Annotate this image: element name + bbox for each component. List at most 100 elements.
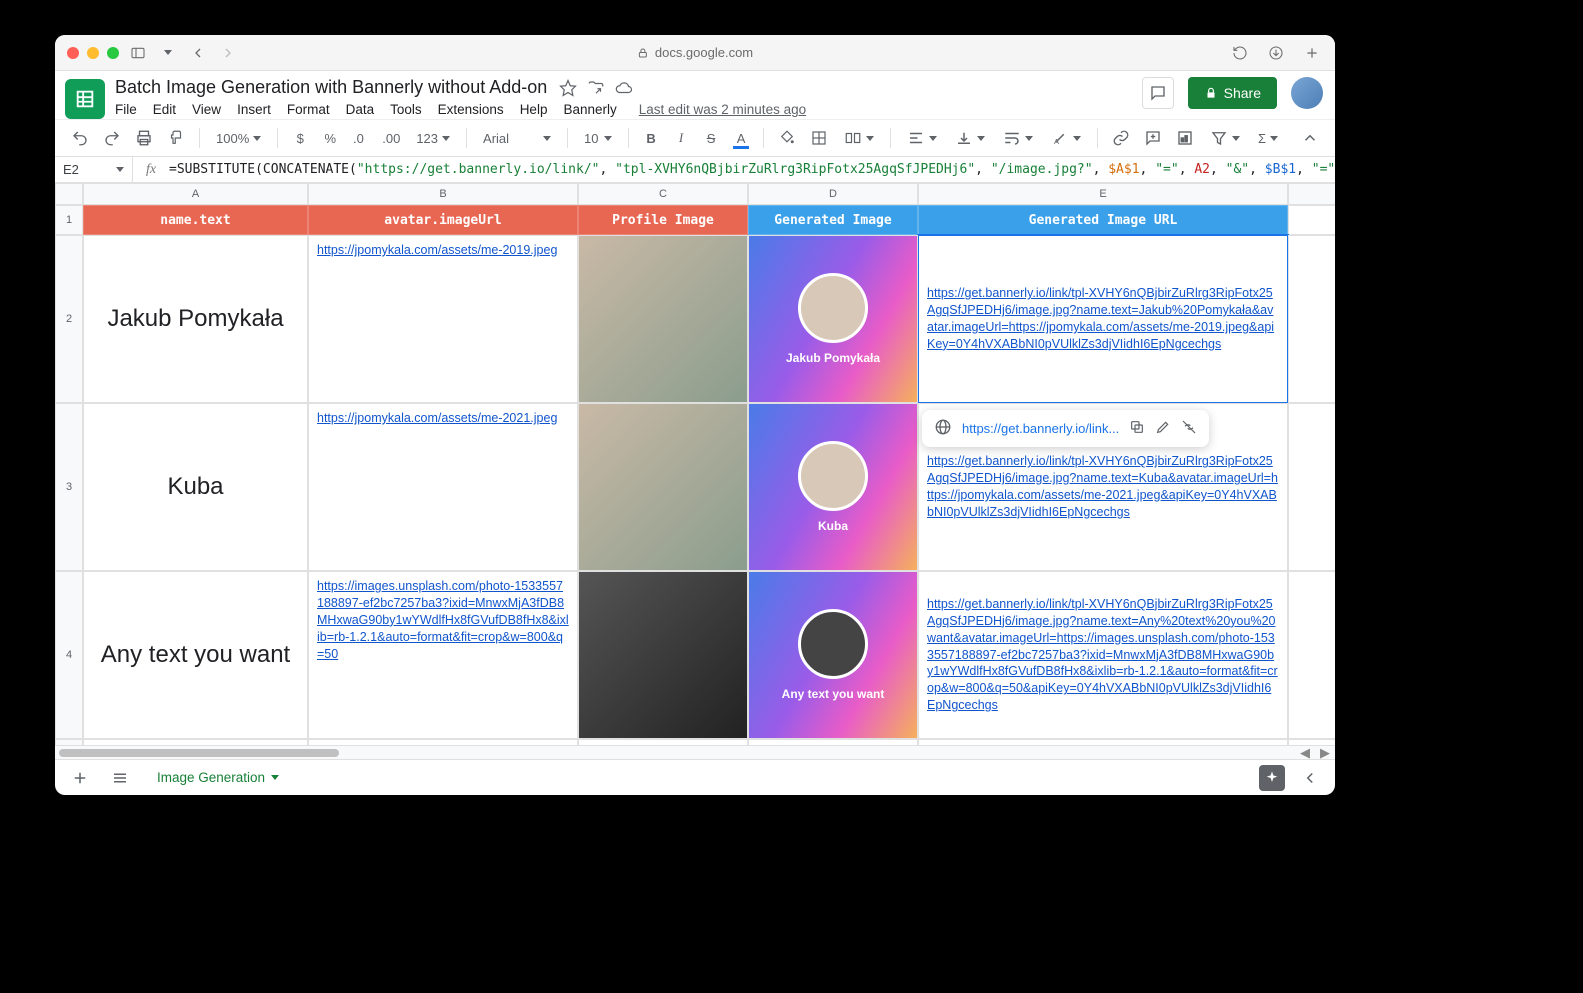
empty-cell[interactable] [578, 739, 748, 745]
font-size-select[interactable]: 10 [578, 131, 618, 146]
avatar-url-cell[interactable]: https://jpomykala.com/assets/me-2019.jpe… [308, 235, 578, 403]
avatar-url-cell[interactable]: https://jpomykala.com/assets/me-2021.jpe… [308, 403, 578, 571]
header-cell[interactable]: name.text [83, 205, 308, 235]
italic-button[interactable]: I [669, 125, 693, 151]
name-cell[interactable]: Any text you want [83, 571, 308, 739]
doc-title[interactable]: Batch Image Generation with Bannerly wit… [115, 77, 547, 98]
nav-forward-button[interactable] [217, 44, 239, 62]
undo-button[interactable] [67, 125, 93, 151]
last-edit-info[interactable]: Last edit was 2 minutes ago [639, 102, 806, 117]
currency-button[interactable]: $ [288, 125, 312, 151]
scroll-left-icon[interactable]: ◀ [1295, 746, 1315, 759]
dropdown-icon[interactable] [157, 44, 179, 62]
print-button[interactable] [131, 125, 157, 151]
empty-cell[interactable] [1288, 571, 1335, 739]
new-tab-icon[interactable] [1301, 44, 1323, 62]
row-header[interactable]: 1 [55, 205, 83, 235]
fill-color-button[interactable] [774, 125, 800, 151]
header-cell[interactable]: Generated Image URL [918, 205, 1288, 235]
downloads-icon[interactable] [1265, 44, 1287, 62]
minimize-window-button[interactable] [87, 47, 99, 59]
header-cell[interactable]: Profile Image [578, 205, 748, 235]
nav-back-button[interactable] [187, 44, 209, 62]
cloud-status-icon[interactable] [615, 79, 633, 97]
merge-button[interactable] [838, 129, 880, 147]
menu-tools[interactable]: Tools [390, 102, 422, 117]
halign-button[interactable] [901, 129, 943, 147]
menu-help[interactable]: Help [520, 102, 548, 117]
menu-data[interactable]: Data [346, 102, 375, 117]
rotate-button[interactable]: A [1045, 129, 1087, 147]
col-header[interactable]: B [308, 183, 578, 205]
menu-extensions[interactable]: Extensions [438, 102, 504, 117]
add-sheet-button[interactable] [67, 765, 93, 791]
avatar-url-cell[interactable]: https://images.unsplash.com/photo-153355… [308, 571, 578, 739]
menu-format[interactable]: Format [287, 102, 330, 117]
comment-button[interactable] [1140, 125, 1166, 151]
name-cell[interactable]: Jakub Pomykała [83, 235, 308, 403]
scroll-right-icon[interactable]: ▶ [1315, 746, 1335, 759]
fullscreen-window-button[interactable] [107, 47, 119, 59]
link-button[interactable] [1108, 125, 1134, 151]
collapse-toolbar-button[interactable] [1297, 125, 1323, 151]
link-preview-url[interactable]: https://get.bannerly.io/link... [962, 421, 1119, 436]
move-icon[interactable] [587, 79, 605, 97]
empty-cell[interactable] [308, 739, 578, 745]
chart-button[interactable] [1172, 125, 1198, 151]
horizontal-scrollbar[interactable]: ◀ ▶ [55, 745, 1335, 759]
filter-button[interactable] [1204, 129, 1246, 147]
share-button[interactable]: Share [1188, 77, 1277, 109]
empty-cell[interactable] [1288, 235, 1335, 403]
empty-cell[interactable] [918, 739, 1288, 745]
row-header[interactable] [55, 739, 83, 745]
borders-button[interactable] [806, 125, 832, 151]
font-select[interactable]: Arial [477, 131, 557, 146]
side-panel-toggle[interactable] [1297, 765, 1323, 791]
empty-cell[interactable] [1288, 205, 1335, 235]
strikethrough-button[interactable]: S [699, 125, 723, 151]
valign-button[interactable] [949, 129, 991, 147]
percent-button[interactable]: % [318, 125, 342, 151]
empty-cell[interactable] [83, 739, 308, 745]
reload-icon[interactable] [1229, 44, 1251, 62]
edit-link-icon[interactable] [1155, 419, 1171, 438]
col-header[interactable]: A [83, 183, 308, 205]
sheet-tab[interactable]: Image Generation [147, 764, 289, 791]
col-header[interactable]: E [918, 183, 1288, 205]
formula-input[interactable]: =SUBSTITUTE(CONCATENATE("https://get.ban… [169, 162, 1335, 177]
functions-button[interactable]: Σ [1252, 131, 1284, 146]
header-cell[interactable]: avatar.imageUrl [308, 205, 578, 235]
generated-url-cell[interactable]: https://get.bannerly.io/link/tpl-XVHY6nQ… [918, 235, 1288, 403]
copy-link-icon[interactable] [1129, 419, 1145, 438]
col-header[interactable]: C [578, 183, 748, 205]
number-format-select[interactable]: 123 [410, 131, 456, 146]
explore-button[interactable] [1259, 765, 1285, 791]
generated-image-cell[interactable]: Jakub Pomykała [748, 235, 918, 403]
comments-button[interactable] [1142, 77, 1174, 109]
empty-cell[interactable] [1288, 739, 1335, 745]
star-icon[interactable] [559, 79, 577, 97]
empty-cell[interactable] [748, 739, 918, 745]
address-bar[interactable]: docs.google.com [637, 45, 753, 60]
all-sheets-button[interactable] [107, 765, 133, 791]
col-header[interactable]: D [748, 183, 918, 205]
row-header[interactable]: 3 [55, 403, 83, 571]
text-color-button[interactable]: A [729, 125, 753, 151]
sheets-logo-icon[interactable] [65, 79, 105, 119]
profile-image-cell[interactable] [578, 403, 748, 571]
paint-format-button[interactable] [163, 125, 189, 151]
close-window-button[interactable] [67, 47, 79, 59]
name-cell[interactable]: Kuba [83, 403, 308, 571]
row-header[interactable]: 4 [55, 571, 83, 739]
increase-decimal-button[interactable]: .00 [378, 125, 404, 151]
decrease-decimal-button[interactable]: .0 [348, 125, 372, 151]
name-box[interactable]: E2 [55, 157, 133, 182]
menu-file[interactable]: File [115, 102, 137, 117]
bold-button[interactable]: B [639, 125, 663, 151]
redo-button[interactable] [99, 125, 125, 151]
menu-insert[interactable]: Insert [237, 102, 271, 117]
account-avatar[interactable] [1291, 77, 1323, 109]
empty-cell[interactable] [1288, 403, 1335, 571]
generated-image-cell[interactable]: Any text you want [748, 571, 918, 739]
profile-image-cell[interactable] [578, 571, 748, 739]
